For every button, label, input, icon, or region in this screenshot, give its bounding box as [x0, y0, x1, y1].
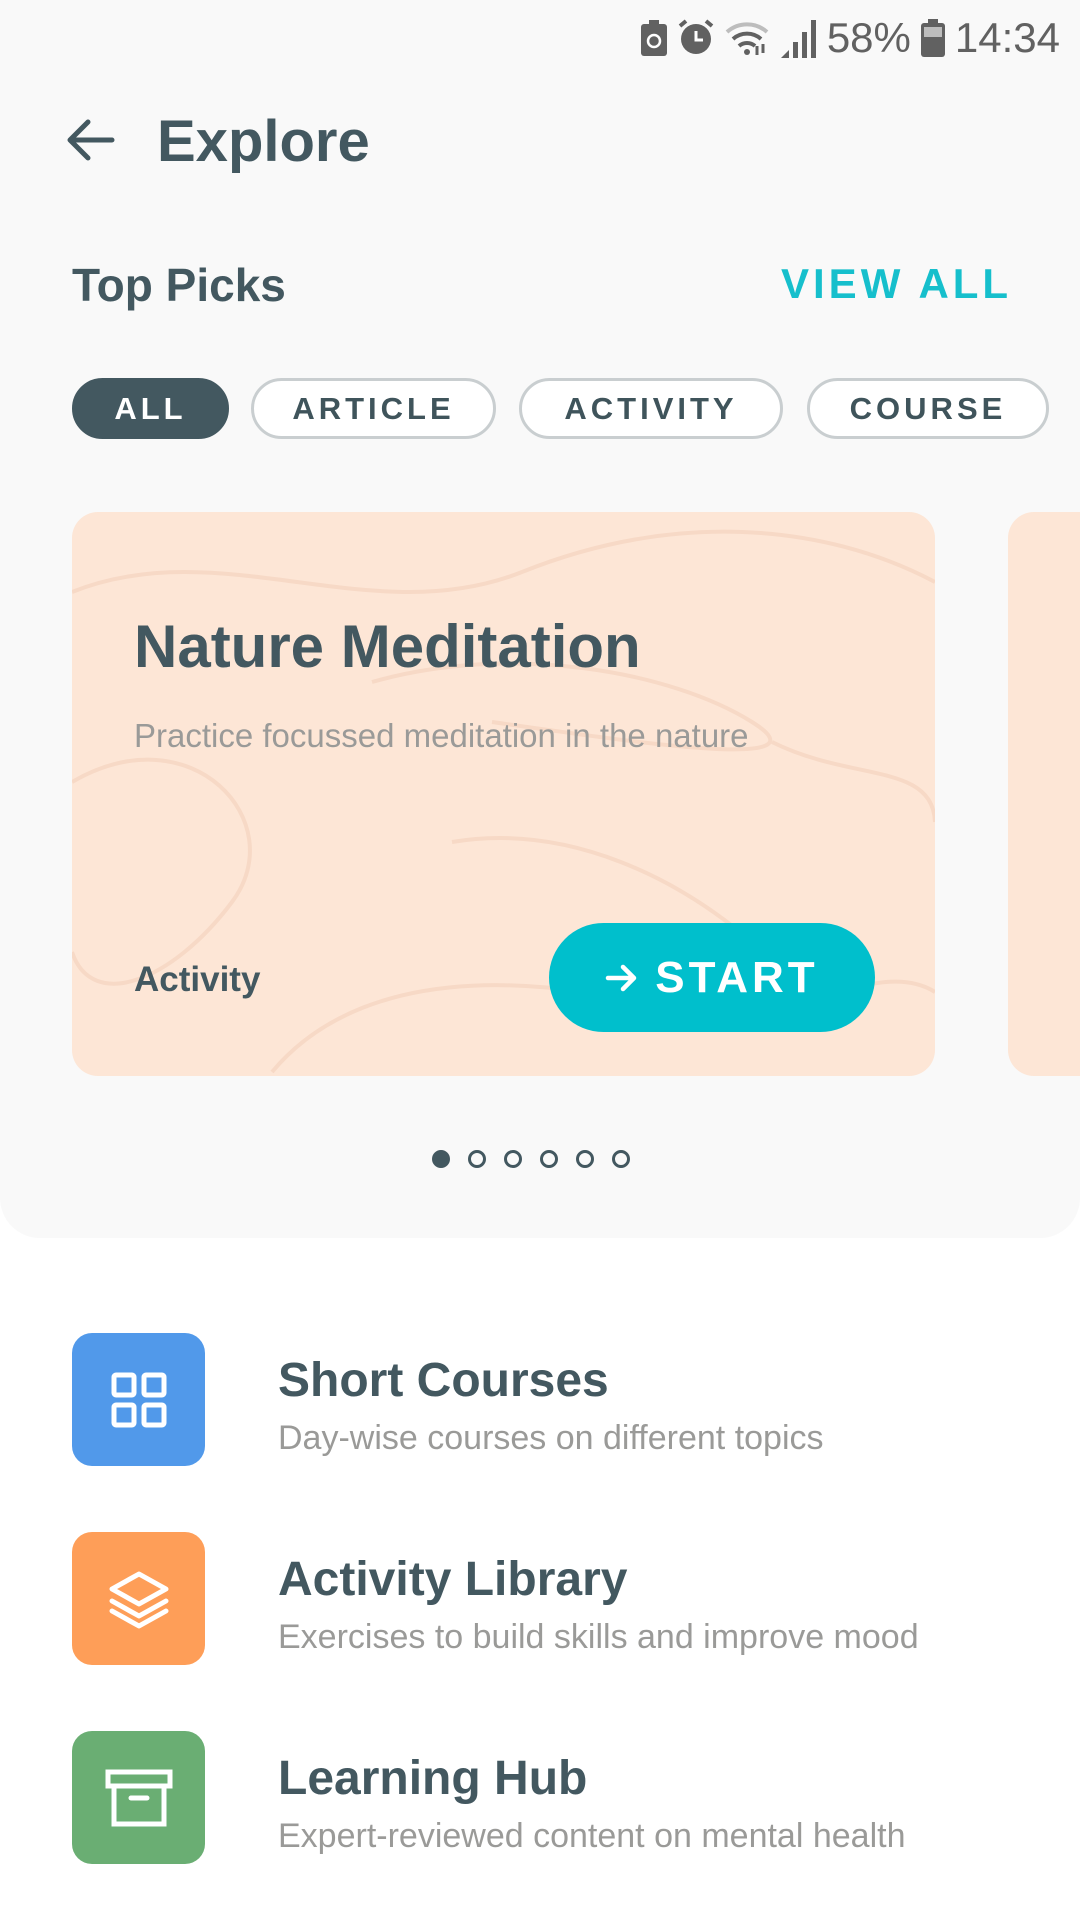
list-item-short-courses[interactable]: Short Courses Day-wise courses on differ… — [72, 1333, 1032, 1467]
carousel-pagination — [432, 1150, 630, 1168]
list-item-activity-library[interactable]: Activity Library Exercises to build skil… — [72, 1532, 1032, 1666]
list-item-subtitle: Day-wise courses on different topics — [278, 1419, 824, 1457]
page-dot[interactable] — [540, 1150, 558, 1168]
filter-chip-article[interactable]: ARTICLE — [251, 378, 496, 439]
battery-saver-icon — [640, 20, 667, 56]
filter-chip-course[interactable]: COURSE — [807, 378, 1049, 439]
pick-card[interactable]: Nature Meditation Practice focussed medi… — [72, 512, 935, 1076]
page-dot[interactable] — [432, 1150, 450, 1168]
start-button[interactable]: START — [549, 923, 875, 1032]
list-item-learning-hub[interactable]: Learning Hub Expert-reviewed content on … — [72, 1731, 1032, 1865]
battery-icon — [920, 19, 945, 57]
card-title: Nature Meditation — [134, 613, 641, 680]
page-dot[interactable] — [612, 1150, 630, 1168]
card-type: Activity — [134, 960, 261, 999]
archive-box-icon — [72, 1731, 205, 1864]
list-item-title: Learning Hub — [278, 1752, 588, 1805]
page-title: Explore — [157, 109, 370, 174]
next-pick-card[interactable] — [1008, 512, 1080, 1076]
start-button-label: START — [655, 952, 819, 1002]
battery-percent: 58% — [826, 14, 911, 61]
page-dot[interactable] — [468, 1150, 486, 1168]
alarm-icon — [678, 19, 714, 54]
filter-chip-activity[interactable]: ACTIVITY — [519, 378, 783, 439]
page-dot[interactable] — [576, 1150, 594, 1168]
view-all-link[interactable]: VIEW ALL — [781, 260, 1012, 308]
list-item-subtitle: Exercises to build skills and improve mo… — [278, 1618, 919, 1656]
section-title: Top Picks — [72, 259, 286, 311]
card-subtitle: Practice focussed meditation in the natu… — [134, 717, 749, 754]
grid-icon — [72, 1333, 205, 1466]
clock: 14:34 — [954, 14, 1060, 61]
page-dot[interactable] — [504, 1150, 522, 1168]
layers-icon — [72, 1532, 205, 1665]
list-item-subtitle: Expert-reviewed content on mental health — [278, 1817, 906, 1855]
status-bar: 58% 14:34 — [640, 14, 1060, 62]
list-item-title: Short Courses — [278, 1354, 609, 1407]
filter-chip-all[interactable]: ALL — [72, 378, 229, 439]
list-item-title: Activity Library — [278, 1553, 628, 1606]
arrow-left-icon[interactable] — [60, 110, 120, 170]
arrow-right-icon — [606, 964, 637, 991]
wifi-icon — [725, 22, 769, 55]
signal-icon — [780, 20, 816, 58]
